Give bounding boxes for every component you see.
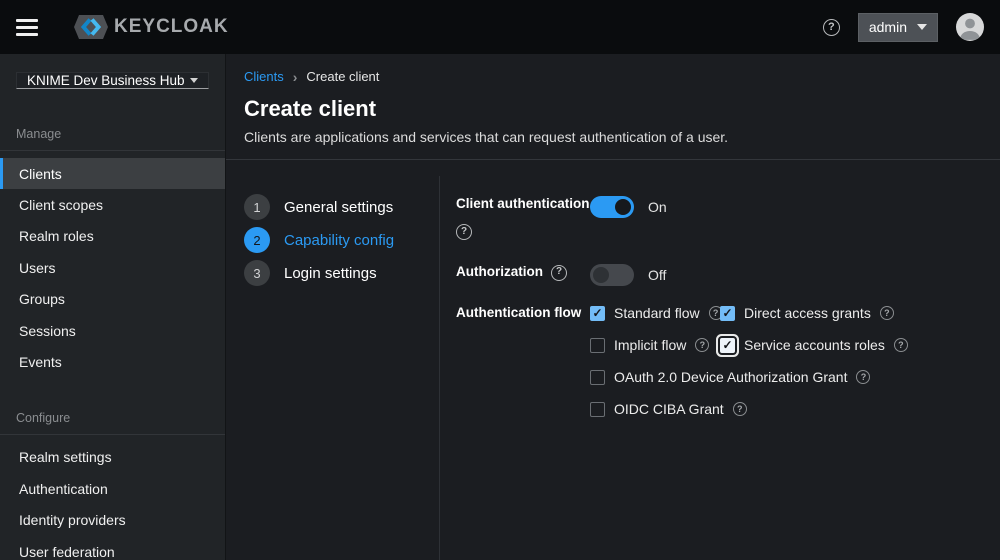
checkbox-icon[interactable]: [590, 402, 605, 417]
help-icon[interactable]: [695, 338, 709, 352]
sidebar-item-identity-providers[interactable]: Identity providers: [0, 505, 225, 536]
client-authentication-row: Client authentication On: [456, 196, 1000, 240]
sidebar: KNIME Dev Business Hub Manage Clients Cl…: [0, 54, 226, 560]
page-subtitle: Clients are applications and services th…: [244, 129, 980, 145]
top-bar-actions: admin: [823, 13, 984, 42]
realm-selector[interactable]: KNIME Dev Business Hub: [16, 72, 209, 89]
breadcrumb: Clients Create client: [244, 69, 980, 84]
help-icon[interactable]: [733, 402, 747, 416]
wizard-step-login-settings[interactable]: 3 Login settings: [244, 260, 439, 286]
realm-selector-value: KNIME Dev Business Hub: [27, 73, 185, 88]
help-icon[interactable]: [880, 306, 894, 320]
toggle-knob: [593, 267, 609, 283]
page-header: Clients Create client Create client Clie…: [226, 54, 1000, 159]
sidebar-item-users[interactable]: Users: [0, 252, 225, 283]
main-content: Clients Create client Create client Clie…: [226, 54, 1000, 560]
step-number: 1: [244, 194, 270, 220]
divider: [0, 434, 225, 435]
checkbox-direct-access-grants[interactable]: Direct access grants: [720, 305, 908, 321]
authentication-flow-options: Standard flow Direct access grants Impli: [590, 305, 908, 417]
keycloak-admin-console: KEYCLOAK admin KNIME Dev Business Hub: [0, 0, 1000, 560]
nav-section-manage: Manage: [0, 127, 225, 141]
capability-config-form: Client authentication On Authorization: [440, 160, 1000, 560]
page-title: Create client: [244, 96, 980, 122]
breadcrumb-link-clients[interactable]: Clients: [244, 69, 284, 84]
wizard-step-capability-config[interactable]: 2 Capability config: [244, 227, 439, 253]
help-icon[interactable]: [856, 370, 870, 384]
hamburger-menu-icon[interactable]: [16, 19, 38, 36]
checkbox-implicit-flow[interactable]: Implicit flow: [590, 337, 720, 353]
client-authentication-label: Client authentication: [456, 196, 590, 240]
sidebar-item-realm-settings[interactable]: Realm settings: [0, 442, 225, 473]
divider: [0, 150, 225, 151]
step-label: General settings: [284, 199, 393, 216]
checkbox-icon[interactable]: [590, 370, 605, 385]
wizard-steps-nav: 1 General settings 2 Capability config 3…: [226, 160, 439, 560]
sidebar-item-authentication[interactable]: Authentication: [0, 473, 225, 504]
step-label: Login settings: [284, 265, 377, 282]
authentication-flow-row: Authentication flow Standard flow Direct…: [456, 305, 1000, 417]
authorization-toggle[interactable]: [590, 264, 634, 286]
checkbox-standard-flow[interactable]: Standard flow: [590, 305, 720, 321]
brand-text: KEYCLOAK: [114, 16, 229, 38]
toggle-knob: [615, 199, 631, 215]
sidebar-item-events[interactable]: Events: [0, 346, 225, 377]
nav-section-configure: Configure: [0, 411, 225, 425]
sidebar-item-user-federation[interactable]: User federation: [0, 536, 225, 560]
sidebar-item-clients[interactable]: Clients: [0, 158, 225, 189]
keycloak-logo: KEYCLOAK: [74, 15, 229, 39]
client-authentication-label-text: Client authentication: [456, 196, 590, 213]
step-number: 2: [244, 227, 270, 253]
client-authentication-toggle[interactable]: [590, 196, 634, 218]
top-bar: KEYCLOAK admin: [0, 0, 1000, 54]
nav-list-manage: Clients Client scopes Realm roles Users …: [0, 158, 225, 378]
help-icon[interactable]: [551, 265, 567, 281]
checkbox-icon[interactable]: [720, 338, 735, 353]
client-authentication-state: On: [648, 199, 667, 215]
user-menu-dropdown[interactable]: admin: [858, 13, 938, 42]
sidebar-item-client-scopes[interactable]: Client scopes: [0, 189, 225, 220]
help-icon[interactable]: [456, 224, 472, 240]
chevron-down-icon: [917, 24, 927, 30]
help-icon[interactable]: [823, 19, 840, 36]
authentication-flow-label: Authentication flow: [456, 305, 590, 322]
user-menu-label: admin: [869, 19, 907, 35]
breadcrumb-separator-icon: [293, 70, 298, 84]
breadcrumb-current: Create client: [306, 69, 379, 84]
checkbox-icon[interactable]: [590, 306, 605, 321]
avatar[interactable]: [956, 13, 984, 41]
authorization-label-text: Authorization: [456, 264, 543, 281]
checkbox-icon[interactable]: [590, 338, 605, 353]
step-label: Capability config: [284, 232, 394, 249]
checkbox-oauth-device-authorization-grant[interactable]: OAuth 2.0 Device Authorization Grant: [590, 369, 908, 385]
chevron-down-icon: [190, 78, 198, 83]
sidebar-item-realm-roles[interactable]: Realm roles: [0, 221, 225, 252]
sidebar-item-sessions[interactable]: Sessions: [0, 315, 225, 346]
client-authentication-control: On: [590, 196, 667, 218]
authorization-control: Off: [590, 264, 666, 286]
authorization-label: Authorization: [456, 264, 590, 281]
authorization-row: Authorization Off: [456, 264, 1000, 286]
create-client-wizard: 1 General settings 2 Capability config 3…: [226, 159, 1000, 560]
help-icon[interactable]: [894, 338, 908, 352]
checkbox-icon[interactable]: [720, 306, 735, 321]
step-number: 3: [244, 260, 270, 286]
nav-list-configure: Realm settings Authentication Identity p…: [0, 442, 225, 560]
checkbox-oidc-ciba-grant[interactable]: OIDC CIBA Grant: [590, 401, 908, 417]
checkbox-service-accounts-roles[interactable]: Service accounts roles: [720, 337, 908, 353]
authorization-state: Off: [648, 267, 666, 283]
wizard-step-general-settings[interactable]: 1 General settings: [244, 194, 439, 220]
sidebar-item-groups[interactable]: Groups: [0, 284, 225, 315]
keycloak-logo-icon: [74, 15, 108, 39]
